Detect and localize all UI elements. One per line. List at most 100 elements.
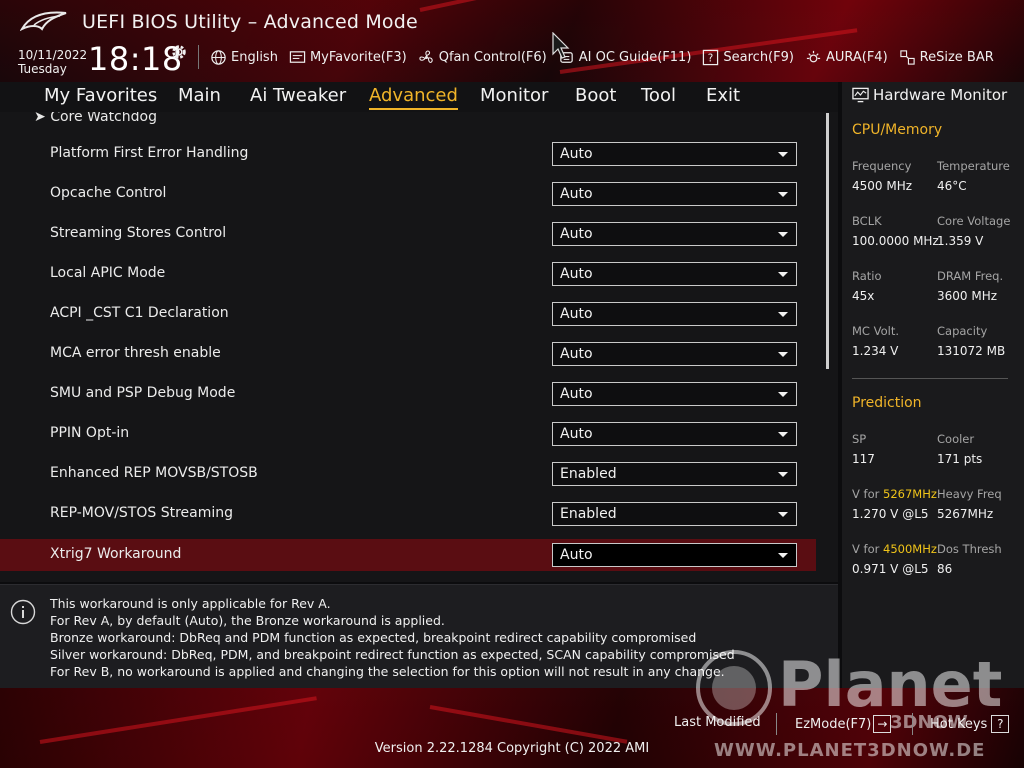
setting-label: Enhanced REP MOVSB/STOSB: [50, 465, 258, 481]
ai-oc-guide-button[interactable]: AI OC Guide(F11): [558, 49, 692, 66]
day-display: Tuesday: [18, 62, 67, 76]
chevron-down-icon: [778, 272, 788, 277]
setting-row[interactable]: SMU and PSP Debug Mode Auto: [0, 378, 816, 410]
temperature-label: Temperature: [937, 159, 1010, 173]
setting-row[interactable]: Local APIC Mode Auto: [0, 258, 816, 290]
time-display: 18:18: [88, 40, 183, 78]
v-for-prefix: V for: [852, 542, 883, 556]
dropdown-value: Enabled: [560, 466, 617, 482]
tab-boot[interactable]: Boot: [575, 85, 616, 106]
setting-row[interactable]: PPIN Opt-in Auto: [0, 418, 816, 450]
setting-dropdown[interactable]: Auto: [552, 422, 797, 446]
dram-freq-label: DRAM Freq.: [937, 269, 1004, 283]
exit-arrow-icon: →: [873, 715, 892, 733]
chevron-down-icon: [778, 192, 788, 197]
date-display: 10/11/2022: [18, 48, 88, 62]
qfan-control-label: Qfan Control(F6): [438, 49, 547, 65]
setting-dropdown[interactable]: Enabled: [552, 462, 797, 486]
dropdown-value: Auto: [560, 346, 593, 362]
cpu-memory-section-title: CPU/Memory: [852, 122, 943, 138]
chevron-down-icon: [778, 392, 788, 397]
tab-my-favorites[interactable]: My Favorites: [44, 85, 157, 106]
myfavorite-button[interactable]: MyFavorite(F3): [289, 49, 407, 66]
setting-dropdown[interactable]: Auto: [552, 342, 797, 366]
tab-ai-tweaker[interactable]: Ai Tweaker: [250, 85, 346, 106]
search-button[interactable]: ? Search(F9): [702, 49, 794, 66]
setting-row-selected[interactable]: Xtrig7 Workaround Auto: [0, 539, 816, 571]
setting-label: MCA error thresh enable: [50, 345, 221, 361]
v-for-dos-value: 0.971 V @L5: [852, 562, 929, 576]
favorite-icon: [289, 50, 306, 63]
setting-row[interactable]: REP-MOV/STOS Streaming Enabled: [0, 498, 816, 530]
sp-label: SP: [852, 432, 867, 446]
frequency-value: 4500 MHz: [852, 179, 913, 193]
core-voltage-value: 1.359 V: [937, 234, 984, 248]
dropdown-value: Auto: [560, 386, 593, 402]
setting-dropdown[interactable]: Auto: [552, 302, 797, 326]
tab-advanced[interactable]: Advanced: [369, 85, 458, 110]
heavy-freq-label: Heavy Freq: [937, 487, 1002, 501]
aura-icon: [806, 50, 821, 62]
qfan-control-button[interactable]: Qfan Control(F6): [418, 49, 547, 66]
chevron-down-icon: [778, 352, 788, 357]
rog-logo-icon: [20, 11, 67, 32]
dropdown-value: Auto: [560, 146, 593, 162]
fan-icon: [419, 50, 433, 63]
v-for-heavy-label: V for 5267MHz: [852, 487, 937, 501]
help-line: Bronze workaround: DbReq and PDM functio…: [50, 630, 697, 645]
last-modified-button[interactable]: Last Modified: [674, 715, 761, 730]
mc-volt-label: MC Volt.: [852, 324, 899, 338]
setting-row[interactable]: ACPI _CST C1 Declaration Auto: [0, 298, 816, 330]
v-for-frequency: 4500MHz: [883, 542, 937, 556]
ai-oc-guide-label: AI OC Guide(F11): [578, 49, 692, 65]
setting-row[interactable]: Streaming Stores Control Auto: [0, 218, 816, 250]
monitor-icon: [852, 87, 869, 103]
help-line: For Rev B, no workaround is applied and …: [50, 664, 725, 679]
ezmode-button[interactable]: EzMode(F7) →: [795, 715, 892, 733]
capacity-label: Capacity: [937, 324, 988, 338]
help-key-icon: ?: [991, 715, 1010, 733]
submenu-item-label: Core Watchdog: [50, 112, 157, 125]
setting-dropdown[interactable]: Auto: [552, 222, 797, 246]
setting-row[interactable]: Enhanced REP MOVSB/STOSB Enabled: [0, 458, 816, 490]
setting-row[interactable]: Platform First Error Handling Auto: [0, 138, 816, 170]
tab-tool[interactable]: Tool: [641, 85, 676, 106]
setting-dropdown[interactable]: Auto: [552, 142, 797, 166]
help-line: For Rev A, by default (Auto), the Bronze…: [50, 613, 445, 628]
temperature-value: 46°C: [937, 179, 967, 193]
tab-main[interactable]: Main: [178, 85, 221, 106]
aura-button[interactable]: AURA(F4): [805, 49, 888, 66]
sp-value: 117: [852, 452, 875, 466]
ratio-value: 45x: [852, 289, 875, 303]
hotkeys-button[interactable]: Hot Keys ?: [930, 715, 1010, 733]
dram-freq-value: 3600 MHz: [937, 289, 998, 303]
scrollbar[interactable]: [826, 113, 829, 369]
watermark-brand: Planet: [778, 648, 1002, 721]
submenu-item-core-watchdog[interactable]: ➤ Core Watchdog: [34, 112, 157, 125]
setting-dropdown[interactable]: Auto: [552, 382, 797, 406]
setting-dropdown[interactable]: Auto: [552, 182, 797, 206]
setting-dropdown[interactable]: Auto: [552, 262, 797, 286]
setting-dropdown[interactable]: Enabled: [552, 502, 797, 526]
setting-dropdown[interactable]: Auto: [552, 543, 797, 567]
aura-label: AURA(F4): [825, 49, 888, 65]
chevron-down-icon: [778, 232, 788, 237]
chevron-down-icon: [778, 512, 788, 517]
setting-label: Opcache Control: [50, 185, 167, 201]
bclk-label: BCLK: [852, 214, 882, 228]
tab-exit[interactable]: Exit: [706, 85, 740, 106]
v-for-dos-label: V for 4500MHz: [852, 542, 937, 556]
gear-icon[interactable]: [170, 43, 188, 61]
app-title: UEFI BIOS Utility – Advanced Mode: [82, 11, 418, 33]
setting-row[interactable]: MCA error thresh enable Auto: [0, 338, 816, 370]
resize-bar-button[interactable]: ReSize BAR: [899, 49, 994, 66]
dropdown-value: Enabled: [560, 506, 617, 522]
dropdown-value: Auto: [560, 306, 593, 322]
tab-monitor[interactable]: Monitor: [480, 85, 548, 106]
setting-row[interactable]: Opcache Control Auto: [0, 178, 816, 210]
dropdown-value: Auto: [560, 426, 593, 442]
setting-label: REP-MOV/STOS Streaming: [50, 505, 234, 521]
language-button[interactable]: English: [210, 49, 278, 66]
ratio-label: Ratio: [852, 269, 882, 283]
dos-thresh-label: Dos Thresh: [937, 542, 1002, 556]
